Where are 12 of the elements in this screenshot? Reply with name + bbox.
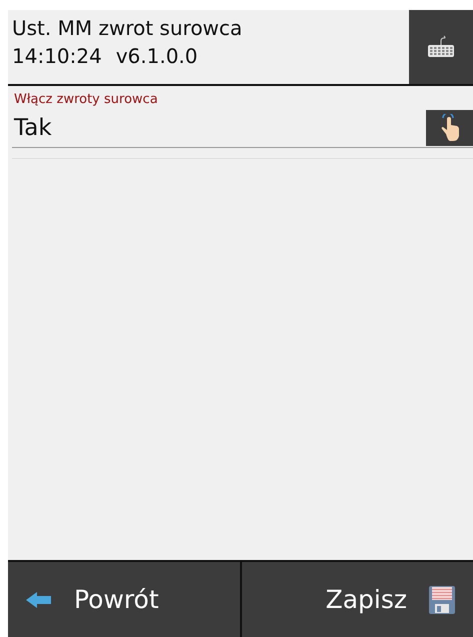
field-label: Włącz zwroty surowca [14, 92, 158, 107]
save-button[interactable]: Zapisz [240, 562, 473, 637]
clock-time: 14:10:24 [12, 44, 102, 68]
version-text: v6.1.0.0 [116, 44, 198, 68]
keyboard-button[interactable] [409, 10, 473, 84]
hand-pointer-icon [438, 114, 460, 142]
keyboard-icon [427, 35, 455, 59]
select-button[interactable] [426, 110, 473, 146]
back-button[interactable]: Powrót [8, 562, 240, 637]
screen-title: Ust. MM zwrot surowca [12, 16, 244, 40]
field-value: Tak [13, 115, 53, 141]
left-arrow-icon [26, 590, 52, 608]
